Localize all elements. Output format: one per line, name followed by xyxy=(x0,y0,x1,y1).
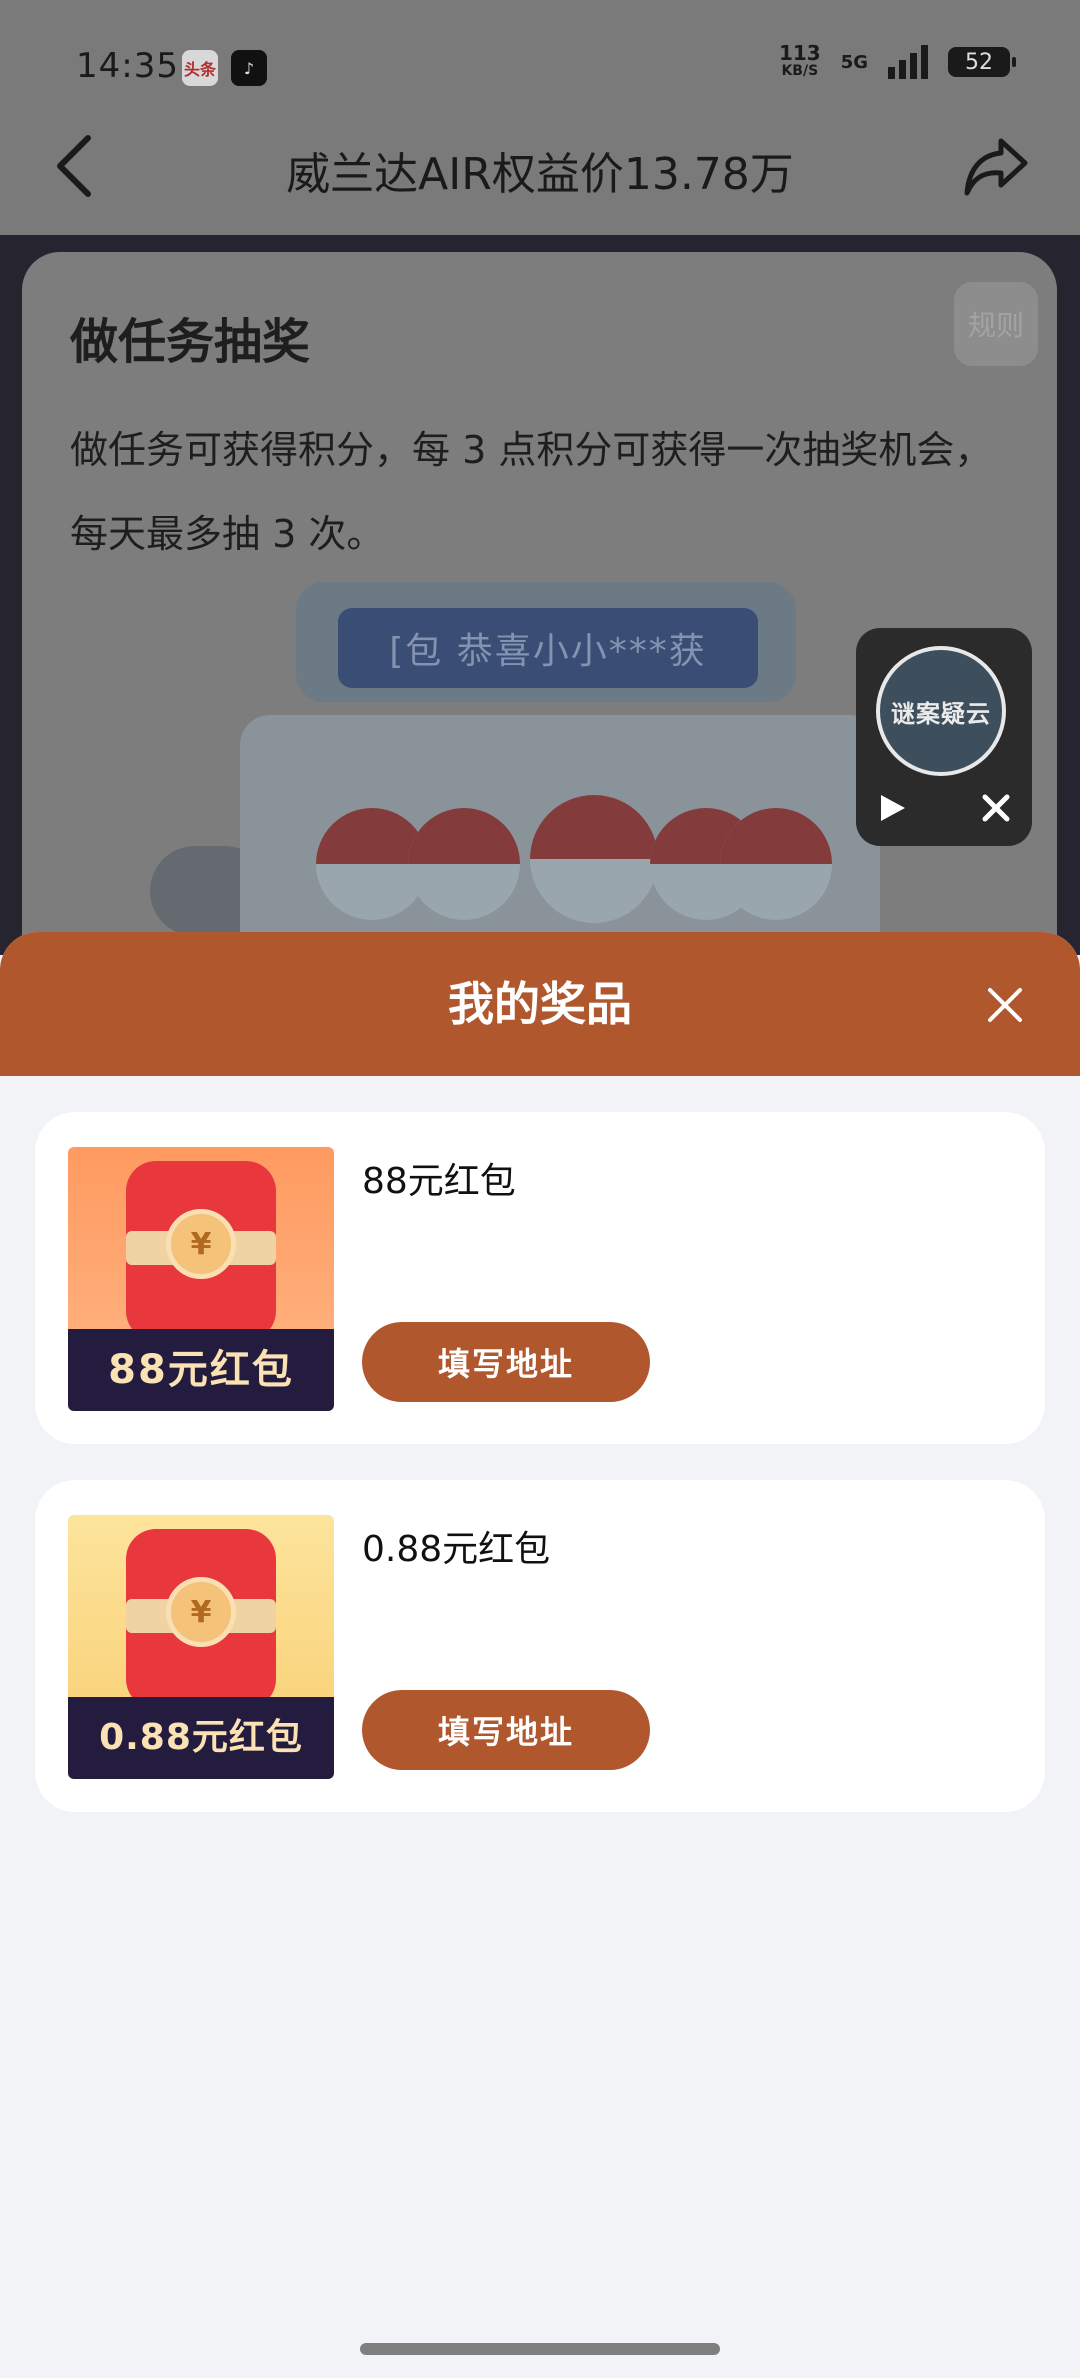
prize-card: ¥ 0.88元红包 0.88元红包 填写地址 xyxy=(35,1480,1045,1812)
signal-icon xyxy=(888,45,928,79)
task-title: 做任务抽奖 xyxy=(70,314,311,370)
fill-address-button[interactable]: 填写地址 xyxy=(362,1690,650,1770)
my-prizes-sheet: 我的奖品 ¥ 88元红包 88元红包 填写地址 ¥ 0.88元红包 0.88元红… xyxy=(0,932,1080,2378)
share-button[interactable] xyxy=(956,126,1036,206)
network-speed: 113 KB/S xyxy=(778,41,821,80)
toutiao-app-icon: 头条 xyxy=(182,50,218,86)
capsule-ball xyxy=(720,808,832,920)
rules-button[interactable]: 规则 xyxy=(954,282,1038,366)
close-icon xyxy=(982,794,1010,822)
mini-player-play-button[interactable] xyxy=(872,788,912,828)
page-title: 威兰达AIR权益价13.78万 xyxy=(286,149,794,200)
prize-card: ¥ 88元红包 88元红包 填写地址 xyxy=(35,1112,1045,1444)
status-indicators: 113 KB/S 5G 52 xyxy=(778,41,1016,80)
share-icon xyxy=(964,138,1028,196)
network-speed-unit: KB/S xyxy=(781,63,819,79)
capsule-ball xyxy=(408,808,520,920)
prize-thumbnail: ¥ 88元红包 xyxy=(68,1147,334,1411)
prize-thumbnail: ¥ 0.88元红包 xyxy=(68,1515,334,1779)
capsule-ball xyxy=(530,795,658,923)
task-description: 做任务可获得积分，每 3 点积分可获得一次抽奖机会，每天最多抽 3 次。 xyxy=(70,428,993,556)
yuan-coin-icon: ¥ xyxy=(166,1209,236,1279)
mini-player-cover[interactable]: 谜案疑云 xyxy=(876,646,1006,776)
sheet-title: 我的奖品 xyxy=(448,977,632,1031)
mini-player-close-button[interactable] xyxy=(976,788,1016,828)
prize-name: 0.88元红包 xyxy=(362,1529,551,1570)
prize-name: 88元红包 xyxy=(362,1161,516,1202)
network-speed-value: 113 xyxy=(778,41,821,65)
fill-address-button[interactable]: 填写地址 xyxy=(362,1322,650,1402)
sheet-close-button[interactable] xyxy=(982,982,1028,1028)
play-icon xyxy=(881,795,905,821)
tiktok-app-icon: ♪ xyxy=(231,50,267,86)
status-time: 14:35 xyxy=(76,46,179,86)
close-icon xyxy=(988,988,1022,1022)
thumbnail-label: 0.88元红包 xyxy=(99,1717,303,1758)
winner-marquee: [包 恭喜小小***获 xyxy=(338,608,758,688)
home-indicator[interactable] xyxy=(360,2343,720,2355)
network-type: 5G xyxy=(840,51,868,73)
thumbnail-label: 88元红包 xyxy=(108,1347,294,1393)
yuan-coin-icon: ¥ xyxy=(166,1577,236,1647)
battery-icon: 52 xyxy=(948,47,1016,77)
